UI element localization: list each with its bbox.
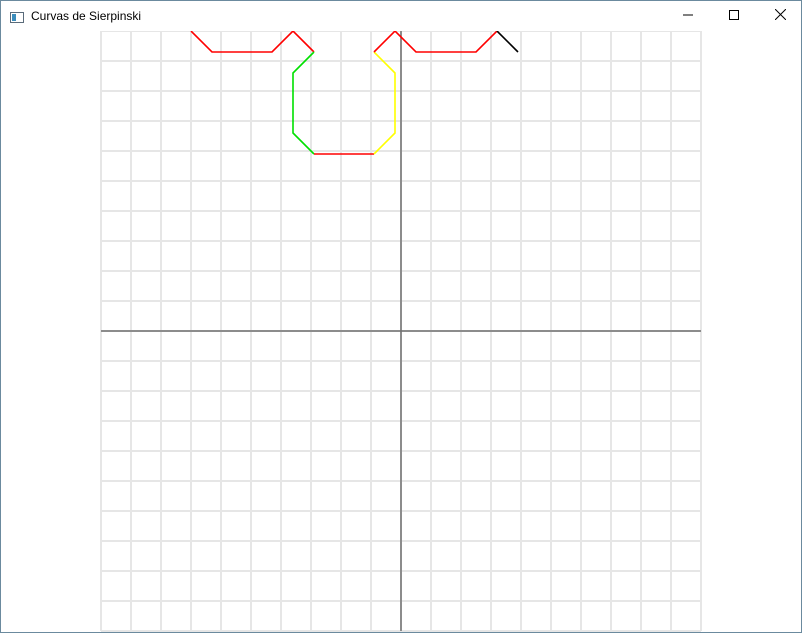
app-window-icon [10,10,24,23]
app-window: Curvas de Sierpinski [0,0,802,633]
curve-segment-5 [373,31,498,53]
maximize-button[interactable] [711,1,757,31]
title-bar[interactable]: Curvas de Sierpinski [1,1,801,31]
minimize-button[interactable] [665,1,711,31]
curve-segment-4 [373,51,396,155]
minimize-icon [683,7,693,25]
curve-segment-6 [496,31,519,53]
sierpinski-plot [100,31,702,632]
window-title: Curvas de Sierpinski [31,9,142,23]
drawing-canvas[interactable] [1,31,801,632]
close-icon [774,7,786,25]
maximize-icon [729,7,739,25]
curve-segment-1 [190,31,315,53]
close-button[interactable] [757,1,802,31]
